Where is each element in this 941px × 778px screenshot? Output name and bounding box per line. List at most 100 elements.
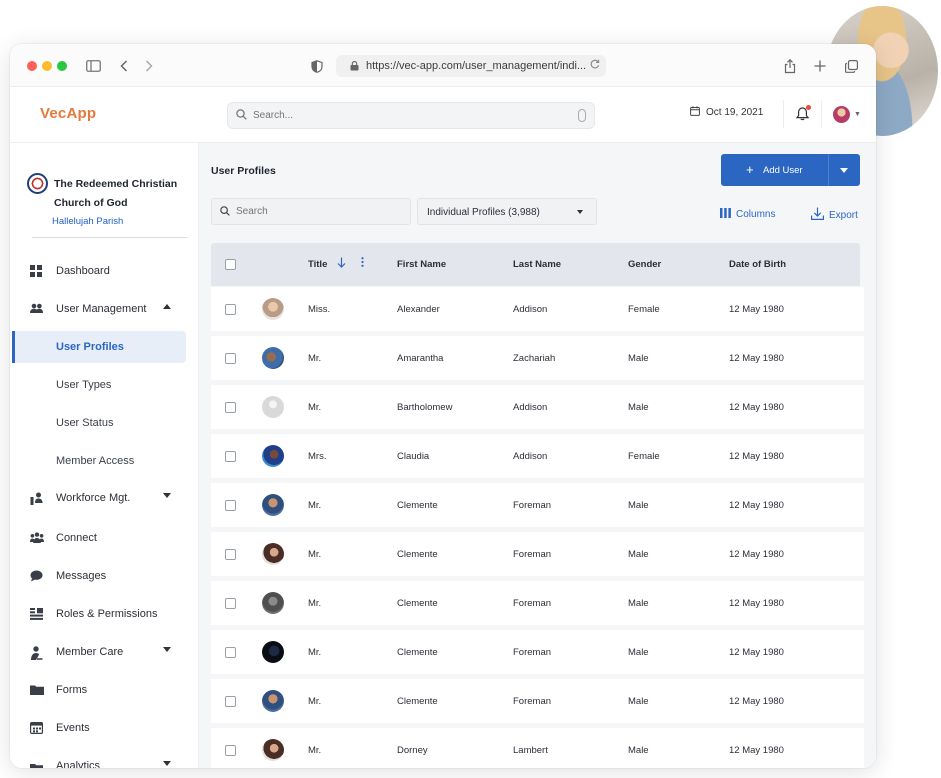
sidebar-toggle-icon[interactable] [83, 56, 103, 76]
sidebar-subitem-user-types[interactable]: User Types [10, 369, 198, 401]
sidebar-subitem-user-status[interactable]: User Status [10, 407, 198, 439]
chevron-down-icon [163, 761, 171, 766]
columns-button[interactable]: Columns [720, 208, 775, 221]
table-row[interactable]: Mr. Clemente Foreman Male 12 May 1980 [211, 581, 864, 625]
sidebar-item-dashboard[interactable]: Dashboard [10, 255, 198, 287]
screen: https://vec-app.com/user_management/indi… [0, 0, 941, 778]
column-header-title[interactable]: Title [308, 259, 327, 270]
maximize-window-button[interactable] [57, 61, 67, 71]
profile-type-select[interactable]: Individual Profiles (3,988) [417, 198, 597, 225]
cell-gender: Male [628, 745, 649, 756]
cell-date-of-birth: 12 May 1980 [729, 745, 784, 756]
shield-icon[interactable] [307, 56, 327, 76]
row-checkbox[interactable] [225, 451, 236, 462]
sidebar-item-forms[interactable]: Forms [10, 674, 198, 706]
date-display[interactable]: Oct 19, 2021 [690, 106, 763, 119]
select-all-checkbox[interactable] [225, 259, 236, 270]
forward-icon[interactable] [139, 56, 159, 76]
chevron-down-icon[interactable]: ▼ [854, 111, 861, 118]
cell-first-name: Bartholomew [397, 402, 453, 413]
minimize-window-button[interactable] [42, 61, 52, 71]
cell-first-name: Clemente [397, 549, 438, 560]
row-checkbox[interactable] [225, 647, 236, 658]
table-row[interactable]: Mr. Clemente Foreman Male 12 May 1980 [211, 679, 864, 723]
user-avatar[interactable] [833, 106, 850, 123]
table-header-row: Title First Name Last Name Gender Date o… [211, 243, 860, 286]
column-header-gender[interactable]: Gender [628, 259, 661, 270]
sidebar-subitem-user-profiles[interactable]: User Profiles [12, 331, 186, 363]
row-checkbox[interactable] [225, 304, 236, 315]
cell-gender: Male [628, 353, 649, 364]
cell-gender: Female [628, 451, 660, 462]
sidebar-item-label: Connect [56, 532, 97, 544]
address-bar[interactable]: https://vec-app.com/user_management/indi… [336, 55, 606, 77]
tab-overview-icon[interactable] [841, 56, 861, 76]
sidebar-item-label: Forms [56, 684, 88, 696]
cell-gender: Male [628, 696, 649, 707]
global-search[interactable] [227, 102, 595, 129]
cell-first-name: Clemente [397, 647, 438, 658]
microphone-icon[interactable] [578, 109, 586, 122]
app-logo[interactable]: VecApp [40, 105, 96, 122]
church-logo [27, 173, 48, 194]
roles-icon [30, 608, 43, 620]
cell-date-of-birth: 12 May 1980 [729, 647, 784, 658]
column-header-date-of-birth[interactable]: Date of Birth [729, 259, 786, 270]
sidebar-item-workforce[interactable]: Workforce Mgt. [10, 482, 198, 514]
cell-last-name: Foreman [513, 549, 552, 560]
row-checkbox[interactable] [225, 402, 236, 413]
avatar [262, 347, 284, 369]
back-icon[interactable] [114, 56, 134, 76]
row-checkbox[interactable] [225, 549, 236, 560]
table-row[interactable]: Mr. Bartholomew Addison Male 12 May 1980 [211, 385, 864, 429]
table-search-input[interactable] [236, 206, 396, 217]
share-icon[interactable] [780, 56, 800, 76]
sidebar-item-user-management[interactable]: User Management [10, 293, 198, 325]
table-row[interactable]: Miss. Alexander Addison Female 12 May 19… [211, 287, 864, 331]
sidebar-subitem-member-access[interactable]: Member Access [10, 445, 198, 477]
add-user-button[interactable]: + Add User [721, 154, 860, 186]
table-row[interactable]: Mr. Dorney Lambert Male 12 May 1980 [211, 728, 864, 768]
table-row[interactable]: Mr. Amarantha Zachariah Male 12 May 1980 [211, 336, 864, 380]
row-checkbox[interactable] [225, 745, 236, 756]
cell-title: Mr. [308, 353, 322, 364]
column-header-first-name[interactable]: First Name [397, 259, 446, 270]
chevron-down-icon [577, 210, 583, 214]
new-tab-icon[interactable] [810, 56, 830, 76]
column-header-last-name[interactable]: Last Name [513, 259, 561, 270]
sidebar-item-label: Messages [56, 570, 107, 582]
table-search[interactable] [211, 198, 411, 225]
avatar [262, 690, 284, 712]
export-button[interactable]: Export [811, 207, 858, 223]
sidebar-item-messages[interactable]: Messages [10, 560, 198, 592]
sidebar-item-label: Workforce Mgt. [56, 492, 131, 504]
workforce-icon [30, 492, 43, 505]
sidebar-item-events[interactable]: Events [10, 712, 198, 744]
table-row[interactable]: Mr. Clemente Foreman Male 12 May 1980 [211, 483, 864, 527]
sidebar-item-label: Roles & Permissions [56, 608, 158, 620]
sidebar-item-member-care[interactable]: Member Care [10, 636, 198, 668]
table-row[interactable]: Mrs. Claudia Addison Female 12 May 1980 [211, 434, 864, 478]
column-menu-icon[interactable] [361, 257, 364, 270]
sidebar-item-connect[interactable]: Connect [10, 522, 198, 554]
cell-date-of-birth: 12 May 1980 [729, 402, 784, 413]
sidebar-item-roles[interactable]: Roles & Permissions [10, 598, 198, 630]
table-row[interactable]: Mr. Clemente Foreman Male 12 May 1980 [211, 630, 864, 674]
chevron-up-icon [163, 304, 171, 309]
row-checkbox[interactable] [225, 353, 236, 364]
sidebar-item-analytics[interactable]: Analytics [10, 750, 198, 768]
chevron-down-icon[interactable] [840, 168, 848, 173]
plus-icon: + [746, 162, 754, 177]
sort-descending-icon[interactable] [337, 257, 346, 271]
global-search-input[interactable] [253, 110, 553, 121]
parish-name[interactable]: Hallelujah Parish [52, 216, 123, 227]
row-checkbox[interactable] [225, 598, 236, 609]
close-window-button[interactable] [27, 61, 37, 71]
cell-title: Mr. [308, 745, 322, 756]
reload-icon[interactable] [590, 59, 600, 72]
chevron-down-icon [163, 647, 171, 652]
row-checkbox[interactable] [225, 696, 236, 707]
row-checkbox[interactable] [225, 500, 236, 511]
search-icon [236, 107, 247, 125]
table-row[interactable]: Mr. Clemente Foreman Male 12 May 1980 [211, 532, 864, 576]
